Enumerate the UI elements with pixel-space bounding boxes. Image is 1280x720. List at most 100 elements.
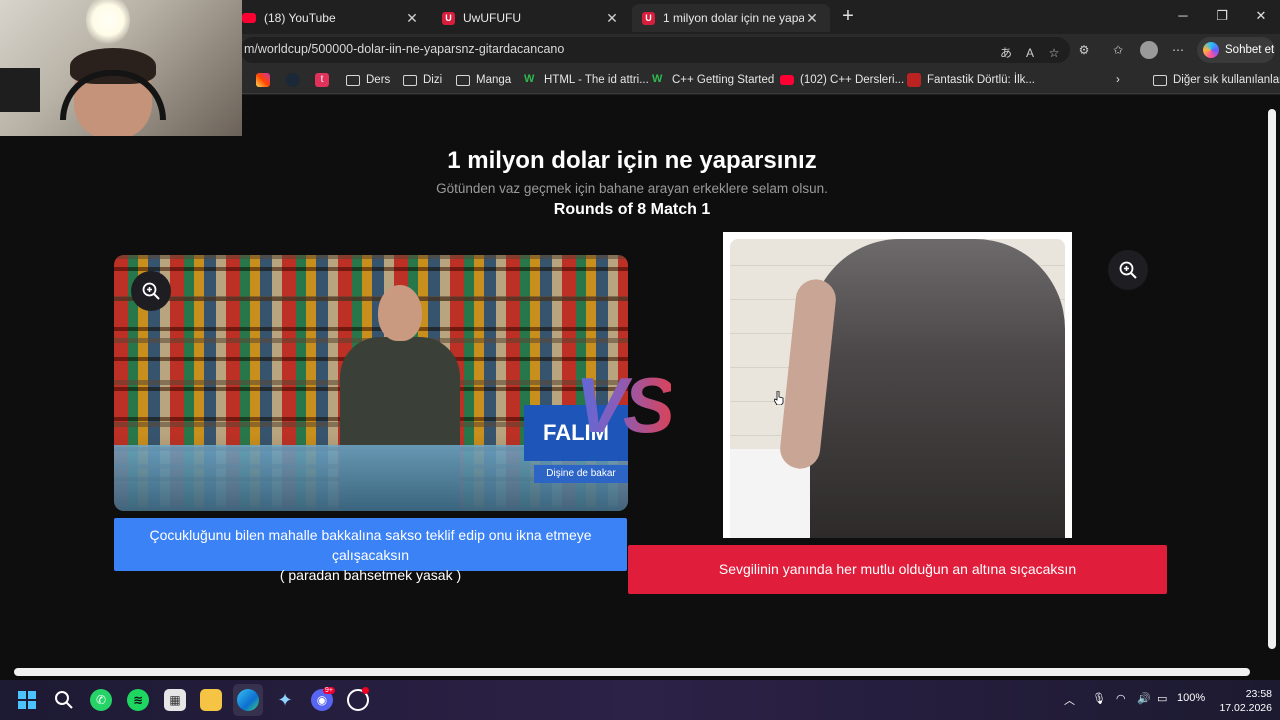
tumblr-icon: t	[315, 73, 329, 87]
bookmark-tumblr[interactable]: t	[315, 72, 335, 88]
tab-uwufufu[interactable]: U UwUFUFU ✕	[432, 4, 630, 32]
close-icon[interactable]: ✕	[804, 10, 820, 27]
close-window-button[interactable]: ✕	[1246, 6, 1276, 26]
profile-avatar[interactable]	[1140, 41, 1158, 59]
clock-date: 17.02.2026	[1219, 702, 1272, 714]
bookmark-other-favorites[interactable]: Diğer sık kullanılanlar	[1153, 72, 1280, 88]
close-icon[interactable]: ✕	[604, 10, 620, 27]
vertical-scrollbar[interactable]	[1264, 95, 1280, 665]
discord-badge: 9+	[323, 687, 335, 694]
bookmark-fantastik-dortlu[interactable]: Fantastik Dörtlü: İlk...	[907, 72, 1035, 88]
minimize-button[interactable]: ─	[1168, 6, 1198, 26]
bookmark-label: Manga	[476, 74, 512, 86]
youtube-icon	[242, 13, 256, 23]
bookmark-steam[interactable]	[286, 72, 306, 88]
uwufufu-icon: U	[642, 11, 655, 25]
close-icon[interactable]: ✕	[404, 10, 420, 27]
jeans-figure	[810, 239, 1065, 538]
bookmark-label: Diğer sık kullanılanlar	[1173, 74, 1280, 86]
horizontal-scrollbar[interactable]	[0, 665, 1280, 680]
new-tab-button[interactable]: +	[838, 6, 858, 26]
copilot-icon	[1203, 42, 1219, 58]
movie-icon	[907, 73, 921, 87]
left-choice-note: ( paradan bahsetmek yasak )	[279, 567, 462, 583]
ceiling-light	[86, 0, 130, 46]
microphone-icon[interactable]: 🎙	[1092, 692, 1106, 705]
file-explorer-icon[interactable]	[200, 689, 222, 711]
zoom-left-button[interactable]	[131, 271, 171, 311]
bookmark-folder-manga[interactable]: Manga	[456, 72, 511, 88]
bookmark-label: Fantastik Dörtlü: İlk...	[927, 74, 1036, 86]
zoom-in-icon	[1119, 261, 1137, 279]
folder-icon	[403, 74, 417, 86]
store-icon[interactable]: ▦	[164, 689, 186, 711]
scroll-thumb[interactable]	[14, 668, 1250, 676]
uwufufu-icon: U	[442, 11, 455, 25]
worldcup-page: 1 milyon dolar için ne yaparsınız Götünd…	[0, 95, 1264, 665]
notification-dot	[362, 687, 369, 694]
webcam-overlay	[0, 0, 242, 136]
grocer-head	[378, 285, 422, 341]
bookmark-instagram[interactable]	[256, 72, 276, 88]
round-indicator: Rounds of 8 Match 1	[553, 201, 711, 218]
bookmarks-overflow-chevron-icon[interactable]: ›	[1116, 72, 1120, 88]
edge-browser-icon[interactable]	[237, 689, 259, 711]
background-monitor	[0, 68, 40, 112]
tab-youtube[interactable]: (18) YouTube ✕	[232, 4, 430, 32]
translate-icon[interactable]: あ	[998, 45, 1014, 61]
battery-icon[interactable]: ▭	[1157, 692, 1167, 705]
tray-overflow-chevron-icon[interactable]: ︿	[1064, 692, 1075, 708]
bookmark-label: Ders	[366, 74, 391, 86]
tab-title: 1 milyon dolar için ne yaparsınız | U	[663, 11, 804, 25]
more-options-icon[interactable]: ⋯	[1170, 42, 1186, 58]
bookmark-html-id[interactable]: W HTML - The id attri...	[524, 72, 649, 88]
search-icon[interactable]	[53, 689, 75, 711]
battery-percent: 100%	[1177, 692, 1206, 704]
bookmark-cpp-dersleri[interactable]: (102) C++ Dersleri...	[780, 72, 904, 88]
w3schools-icon: W	[524, 73, 535, 85]
w3schools-icon: W	[652, 73, 663, 85]
left-choice-button[interactable]: Çocukluğunu bilen mahalle bakkalına saks…	[114, 518, 627, 583]
system-clock[interactable]: 23:58 17.02.2026	[1206, 687, 1272, 715]
folder-icon	[456, 74, 470, 86]
vpn-app-icon[interactable]: ✦	[274, 689, 296, 711]
bookmark-label: C++ Getting Started	[672, 74, 775, 86]
zoom-right-button[interactable]	[1108, 250, 1148, 290]
bookmark-folder-ders[interactable]: Ders	[346, 72, 390, 88]
spotify-icon[interactable]: ≋	[127, 689, 149, 711]
read-aloud-icon[interactable]: A	[1022, 45, 1038, 61]
favorite-star-icon[interactable]: ☆	[1046, 45, 1062, 61]
page-subtitle: Götünden vaz geçmek için bahane arayan e…	[436, 181, 828, 196]
copilot-chat-button[interactable]: Sohbet et	[1197, 37, 1275, 63]
instagram-icon	[256, 73, 270, 87]
vs-label: VS	[575, 361, 675, 449]
url-text[interactable]: m/worldcup/500000-dolar-iin-ne-yaparsnz-…	[244, 42, 564, 56]
bookmark-cpp-getting-started[interactable]: W C++ Getting Started	[652, 72, 774, 88]
left-candidate-image[interactable]: FALIM Dişine de bakar	[114, 255, 628, 511]
start-windows-icon[interactable]	[16, 689, 38, 711]
hand-cursor-icon	[774, 391, 784, 405]
right-choice-button[interactable]: Sevgilinin yanında her mutlu olduğun an …	[628, 545, 1167, 594]
youtube-icon	[780, 75, 794, 85]
falim-slogan: Dişine de bakar	[534, 465, 628, 483]
tab-title: (18) YouTube	[264, 11, 336, 25]
extensions-icon[interactable]: ⚙	[1076, 42, 1092, 58]
scroll-thumb[interactable]	[1268, 109, 1276, 649]
bookmark-label: (102) C++ Dersleri...	[800, 74, 905, 86]
bookmark-label: HTML - The id attri...	[544, 74, 649, 86]
left-choice-text: Çocukluğunu bilen mahalle bakkalına saks…	[149, 527, 592, 563]
whatsapp-icon[interactable]: ✆	[90, 689, 112, 711]
bookmark-folder-dizi[interactable]: Dizi	[403, 72, 442, 88]
tab-title: UwUFUFU	[463, 11, 521, 25]
clock-time: 23:58	[1245, 688, 1272, 700]
copilot-label: Sohbet et	[1225, 44, 1275, 56]
right-candidate-image[interactable]	[723, 232, 1072, 538]
restore-button[interactable]: ❐	[1207, 6, 1237, 26]
address-bar[interactable]: m/worldcup/500000-dolar-iin-ne-yaparsnz-…	[240, 37, 1070, 63]
tab-worldcup[interactable]: U 1 milyon dolar için ne yaparsınız | U …	[632, 4, 830, 32]
folder-icon	[1153, 74, 1167, 86]
steam-icon	[286, 73, 300, 87]
wifi-icon[interactable]: ◠	[1116, 692, 1126, 705]
favorites-icon[interactable]: ✩	[1110, 42, 1126, 58]
volume-icon[interactable]: 🔊	[1137, 692, 1151, 705]
